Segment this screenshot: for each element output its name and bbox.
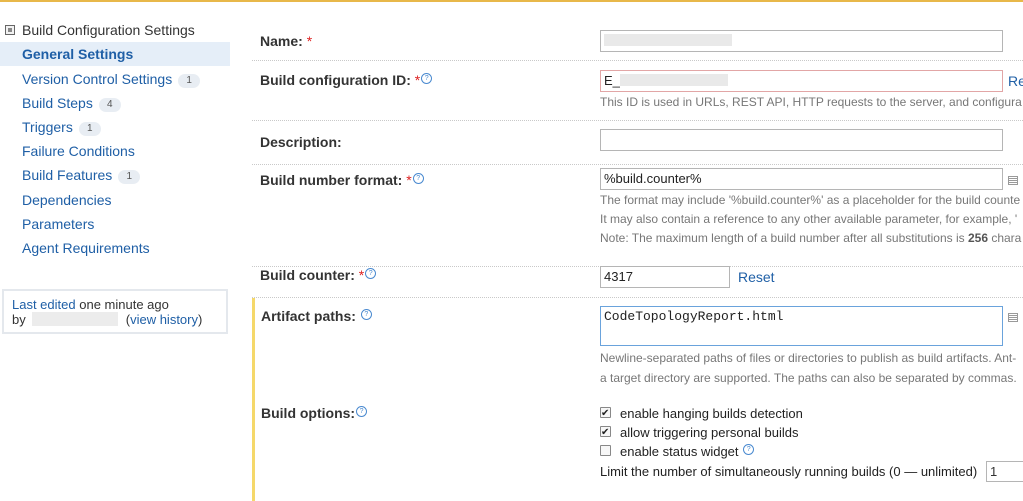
artifact-paths-note-1: Newline-separated paths of files or dire… xyxy=(600,351,1017,365)
build-number-note-2: It may also contain a reference to any o… xyxy=(600,212,1018,226)
help-icon[interactable]: ? xyxy=(356,406,368,417)
settings-sidebar: Build Configuration Settings General Set… xyxy=(0,18,232,334)
hanging-builds-checkbox[interactable]: enable hanging builds detection xyxy=(600,404,803,423)
build-number-note-1: The format may include '%build.counter%'… xyxy=(600,193,1021,207)
nav-label: Failure Conditions xyxy=(22,143,135,159)
nav-dependencies[interactable]: Dependencies xyxy=(0,188,230,212)
build-counter-row: Build counter: *? 4317 Reset xyxy=(252,266,1023,298)
redacted-username xyxy=(31,312,118,326)
nav-agent-requirements[interactable]: Agent Requirements xyxy=(0,236,230,260)
nav-build-steps[interactable]: Build Steps 4 xyxy=(0,91,230,115)
nav-label: Build Steps xyxy=(22,95,93,111)
artifact-paths-textarea[interactable]: CodeTopologyReport.html xyxy=(600,306,1003,346)
required-marker: * xyxy=(414,72,421,88)
file-picker-icon[interactable] xyxy=(1008,313,1018,322)
description-label: Description: xyxy=(260,134,342,150)
build-id-label: Build configuration ID: *? xyxy=(260,72,433,88)
concurrent-builds-input[interactable]: 1 xyxy=(986,461,1023,482)
build-id-row: Build configuration ID: *? E_ Re This ID… xyxy=(252,61,1023,121)
history-close-paren: ) xyxy=(198,312,203,327)
required-marker: * xyxy=(306,33,313,49)
required-marker: * xyxy=(406,172,412,188)
general-settings-form: Name: * Build configuration ID: *? E_ Re… xyxy=(252,18,1023,501)
build-id-prefix: E_ xyxy=(604,73,620,88)
description-row: Description: xyxy=(252,121,1023,165)
build-id-input[interactable]: E_ xyxy=(600,70,1003,92)
redacted-value xyxy=(619,74,728,86)
help-icon[interactable]: ? xyxy=(360,309,372,320)
reset-counter-link[interactable]: Reset xyxy=(738,269,775,285)
checkbox-checked[interactable] xyxy=(600,404,611,423)
nav-label: Parameters xyxy=(22,216,95,232)
build-number-note-3: Note: The maximum length of a build numb… xyxy=(600,231,1022,245)
checkbox-label: enable status widget xyxy=(620,444,739,459)
build-number-input[interactable]: %build.counter% xyxy=(600,168,1003,190)
build-id-note: This ID is used in URLs, REST API, HTTP … xyxy=(600,95,1022,109)
count-badge: 1 xyxy=(118,170,141,184)
top-accent-line xyxy=(0,0,1023,2)
help-icon[interactable]: ? xyxy=(412,173,424,184)
sidebar-header: Build Configuration Settings xyxy=(0,18,232,42)
parameter-picker-icon[interactable] xyxy=(1008,176,1018,185)
help-icon[interactable]: ? xyxy=(743,444,755,455)
nav-label: Agent Requirements xyxy=(22,240,150,256)
checkbox-checked[interactable] xyxy=(600,423,611,442)
artifact-paths-label: Artifact paths: ? xyxy=(261,308,372,324)
edited-by-label: by xyxy=(12,312,26,327)
count-badge: 1 xyxy=(78,122,101,136)
build-counter-input[interactable]: 4317 xyxy=(600,266,730,288)
regenerate-id-link[interactable]: Re xyxy=(1008,73,1023,89)
nav-label: Build Features xyxy=(22,167,113,183)
artifact-section: Artifact paths: ? CodeTopologyReport.htm… xyxy=(252,298,1023,501)
name-row: Name: * xyxy=(252,18,1023,61)
last-edited-link[interactable]: Last edited xyxy=(12,297,76,312)
nav-label: Version Control Settings xyxy=(22,71,173,87)
nav-label: Triggers xyxy=(22,119,73,135)
required-marker: * xyxy=(358,267,365,283)
last-edited-time: one minute ago xyxy=(79,297,169,312)
checkbox-label: allow triggering personal builds xyxy=(620,425,799,440)
checkbox-label: enable hanging builds detection xyxy=(620,406,803,421)
build-number-row: Build number format: *? %build.counter% … xyxy=(252,165,1023,267)
count-badge: 1 xyxy=(178,74,201,88)
nav-parameters[interactable]: Parameters xyxy=(0,212,230,236)
nav-general-settings[interactable]: General Settings xyxy=(0,42,230,66)
checkbox-unchecked[interactable] xyxy=(600,445,611,456)
sidebar-title: Build Configuration Settings xyxy=(22,22,195,38)
nav-triggers[interactable]: Triggers 1 xyxy=(0,115,230,139)
status-widget-checkbox[interactable]: enable status widget ? xyxy=(600,442,755,461)
description-input[interactable] xyxy=(600,129,1003,151)
count-badge: 4 xyxy=(98,98,121,112)
build-number-label: Build number format: *? xyxy=(260,172,424,188)
nav-version-control-settings[interactable]: Version Control Settings 1 xyxy=(0,67,230,91)
artifact-paths-note-2: a target directory are supported. The pa… xyxy=(600,371,1017,385)
build-options-label: Build options:? xyxy=(261,405,368,421)
nav-build-features[interactable]: Build Features 1 xyxy=(0,163,230,187)
help-icon[interactable]: ? xyxy=(365,268,377,279)
nav-failure-conditions[interactable]: Failure Conditions xyxy=(0,139,230,163)
name-label: Name: * xyxy=(260,33,313,49)
personal-builds-checkbox[interactable]: allow triggering personal builds xyxy=(600,423,799,442)
redacted-value xyxy=(604,34,732,46)
help-icon[interactable]: ? xyxy=(421,73,433,84)
last-edited-box: Last edited one minute ago by (view histo… xyxy=(2,289,228,334)
name-input[interactable] xyxy=(600,30,1003,52)
view-history-link[interactable]: view history xyxy=(130,312,198,327)
nav-label: Dependencies xyxy=(22,192,112,208)
concurrent-builds-label: Limit the number of simultaneously runni… xyxy=(600,464,978,479)
settings-icon xyxy=(5,25,15,35)
nav-label: General Settings xyxy=(22,46,134,62)
build-counter-label: Build counter: *? xyxy=(260,267,377,283)
